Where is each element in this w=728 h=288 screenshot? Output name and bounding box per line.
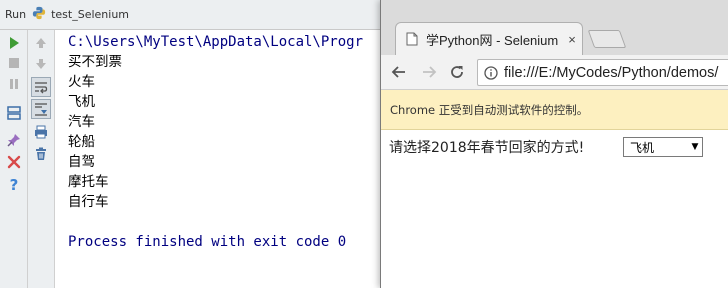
layout-icon[interactable]	[4, 103, 24, 123]
svg-text:?: ?	[10, 176, 19, 192]
page-content: 请选择2018年春节回家的方式! 飞机 ▼	[381, 131, 728, 288]
browser-tab[interactable]: 学Python网 - Selenium ×	[395, 22, 583, 55]
dropdown-arrow-icon: ▼	[691, 142, 699, 152]
scroll-to-end-icon[interactable]	[31, 99, 51, 119]
back-icon[interactable]	[387, 60, 411, 84]
tab-title: 学Python网 - Selenium	[426, 32, 559, 48]
travel-mode-select[interactable]: 飞机 ▼	[623, 137, 703, 157]
run-toolbar-left: ?	[0, 30, 28, 288]
tab-strip: 学Python网 - Selenium ×	[381, 0, 728, 55]
chrome-browser-window: 学Python网 - Selenium × file:///E:/MyCodes…	[380, 0, 728, 288]
print-icon[interactable]	[31, 122, 51, 142]
trash-icon[interactable]	[31, 144, 51, 164]
run-config-name[interactable]: test_Selenium	[51, 8, 129, 21]
close-icon[interactable]	[4, 152, 24, 172]
soft-wrap-icon[interactable]	[31, 77, 51, 97]
automation-infobar: Chrome 正受到自动测试软件的控制。	[381, 90, 728, 130]
browser-toolbar: file:///E:/MyCodes/Python/demos/	[381, 55, 728, 90]
down-arrow-icon[interactable]	[31, 54, 51, 74]
travel-prompt-label: 请选择2018年春节回家的方式!	[389, 140, 585, 156]
up-arrow-icon[interactable]	[31, 33, 51, 53]
pause-icon[interactable]	[4, 74, 24, 94]
address-bar[interactable]: file:///E:/MyCodes/Python/demos/	[477, 59, 728, 86]
forward-icon[interactable]	[417, 60, 441, 84]
document-icon	[406, 32, 418, 46]
pin-icon[interactable]	[4, 130, 24, 150]
reload-icon[interactable]	[445, 60, 469, 84]
run-toolbar-right	[28, 30, 55, 288]
stop-icon[interactable]	[4, 53, 24, 73]
new-tab-button[interactable]	[587, 30, 627, 48]
help-icon[interactable]: ?	[4, 174, 24, 194]
infobar-message: Chrome 正受到自动测试软件的控制。	[390, 102, 589, 117]
run-label: Run	[5, 8, 27, 21]
info-icon[interactable]	[484, 65, 498, 80]
rerun-icon[interactable]	[4, 33, 24, 53]
url-text: file:///E:/MyCodes/Python/demos/	[504, 64, 719, 81]
selected-option: 飞机	[630, 140, 655, 155]
tab-close-icon[interactable]: ×	[562, 32, 582, 47]
python-file-icon	[32, 6, 51, 23]
